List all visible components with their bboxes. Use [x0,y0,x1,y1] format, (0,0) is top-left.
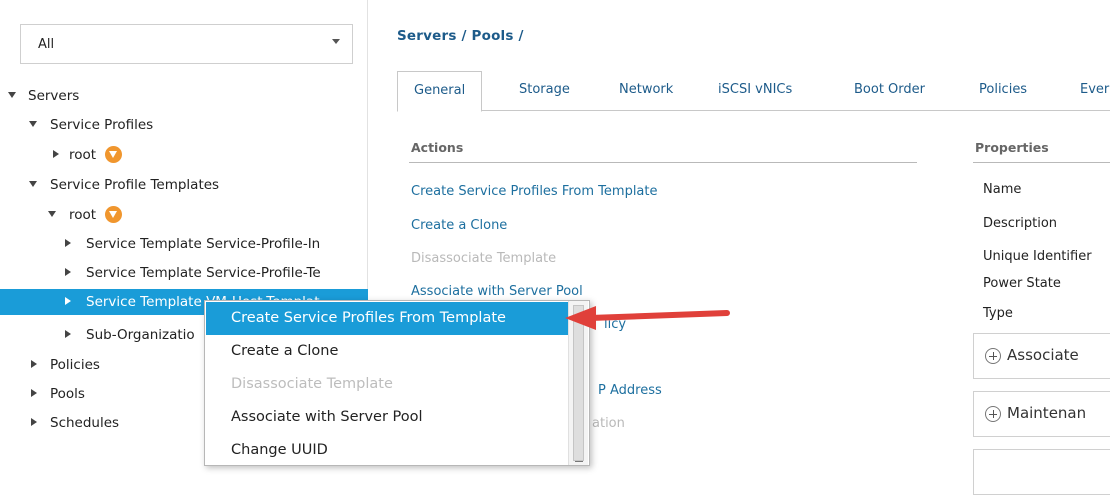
arrow-shaft [587,310,730,321]
arrow-head-icon [565,306,596,330]
annotation-arrow [565,306,730,330]
